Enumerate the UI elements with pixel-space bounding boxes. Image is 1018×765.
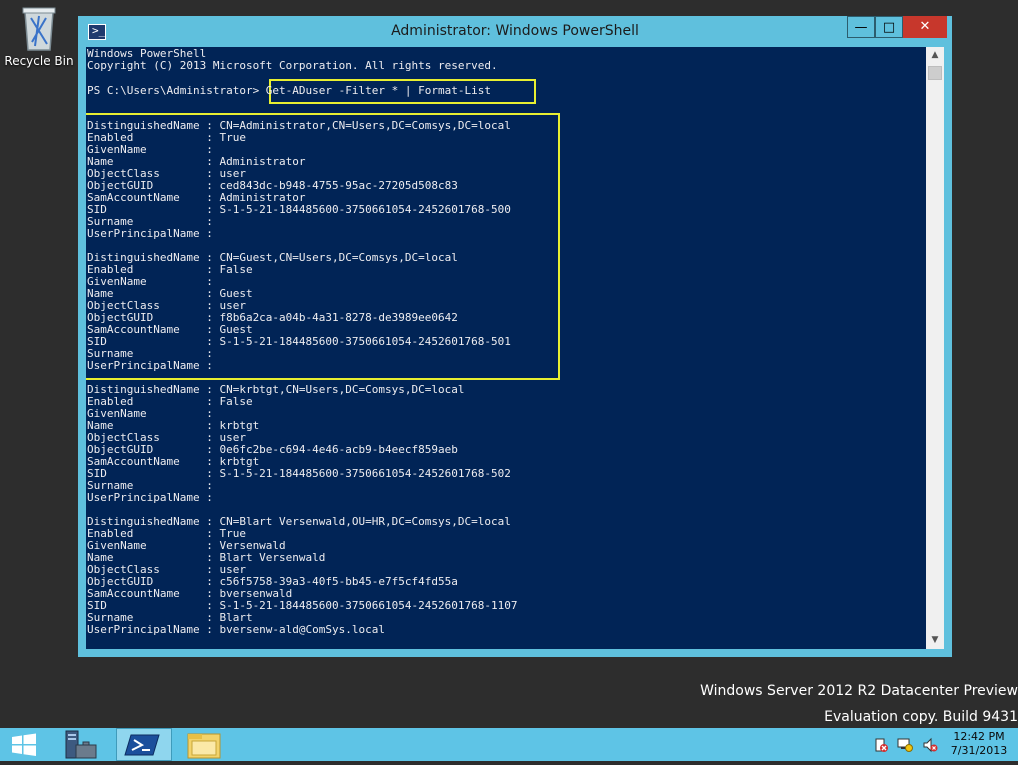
- network-icon[interactable]: [897, 737, 913, 753]
- close-button[interactable]: ✕: [903, 16, 947, 38]
- taskbar-server-manager[interactable]: [56, 728, 112, 761]
- powershell-icon: [124, 734, 160, 756]
- console-line: UserPrincipalName : bversenw-ald@ComSys.…: [87, 623, 386, 636]
- watermark-edition: Windows Server 2012 R2 Datacenter Previe…: [700, 683, 1018, 699]
- window-title: Administrator: Windows PowerShell: [391, 23, 639, 39]
- console-scrollbar[interactable]: ▲ ▼: [926, 47, 944, 649]
- server-manager-icon: [65, 730, 97, 759]
- taskbar: 12:42 PM 7/31/2013: [0, 728, 1018, 761]
- console-output[interactable]: Windows PowerShell Copyright (C) 2013 Mic…: [86, 47, 926, 649]
- file-explorer-icon: [187, 733, 221, 759]
- volume-icon[interactable]: [922, 737, 938, 753]
- console-prompt-line: PS C:\Users\Administrator> Get-ADuser -F…: [87, 84, 491, 97]
- recycle-bin[interactable]: Recycle Bin: [4, 4, 74, 68]
- taskbar-clock[interactable]: 12:42 PM 7/31/2013: [944, 730, 1014, 758]
- console-line: UserPrincipalName :: [87, 491, 213, 504]
- recycle-bin-icon: [19, 4, 59, 52]
- scroll-up-icon[interactable]: ▲: [926, 47, 944, 64]
- minimize-button[interactable]: —: [847, 16, 875, 38]
- console-line: Copyright (C) 2013 Microsoft Corporation…: [87, 59, 498, 72]
- window-titlebar[interactable]: >_ Administrator: Windows PowerShell — □…: [78, 16, 952, 46]
- scrollbar-thumb[interactable]: [928, 66, 942, 80]
- scroll-down-icon[interactable]: ▼: [926, 632, 944, 649]
- console-line: UserPrincipalName :: [87, 227, 213, 240]
- start-button[interactable]: [0, 728, 48, 761]
- taskbar-powershell[interactable]: [116, 728, 172, 761]
- recycle-bin-label: Recycle Bin: [4, 54, 74, 68]
- windows-logo-icon: [12, 733, 36, 756]
- powershell-window: >_ Administrator: Windows PowerShell — □…: [78, 16, 952, 657]
- console-line: UserPrincipalName :: [87, 359, 213, 372]
- clock-date: 7/31/2013: [950, 744, 1008, 757]
- action-center-icon[interactable]: [873, 737, 889, 753]
- taskbar-file-explorer[interactable]: [176, 728, 232, 761]
- clock-time: 12:42 PM: [953, 730, 1005, 743]
- watermark-build: Evaluation copy. Build 9431: [824, 709, 1018, 725]
- maximize-button[interactable]: □: [875, 16, 903, 38]
